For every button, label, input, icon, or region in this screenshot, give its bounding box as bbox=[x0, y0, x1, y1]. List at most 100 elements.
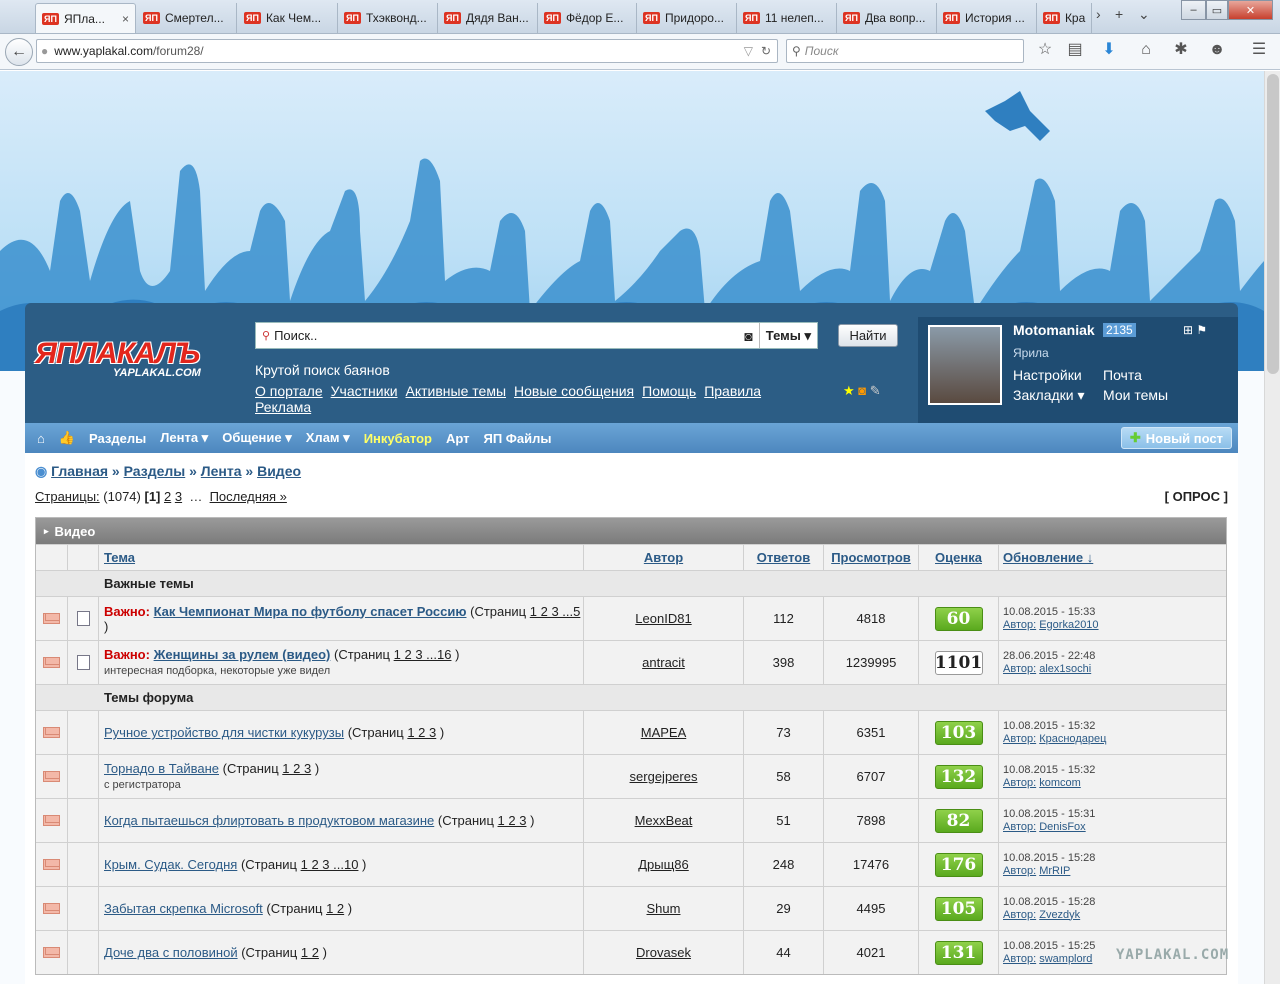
list-tabs-icon[interactable]: ⌄ bbox=[1138, 6, 1150, 23]
tabs-scroll-right-icon[interactable]: › bbox=[1096, 6, 1101, 22]
rss-icon[interactable]: ◙ bbox=[858, 383, 866, 398]
author-link[interactable]: MAPEA bbox=[641, 725, 687, 740]
updated-author-link[interactable]: Egorka2010 bbox=[1039, 619, 1098, 631]
header-link[interactable]: Новые сообщения bbox=[514, 383, 634, 399]
settings-link[interactable]: Настройки bbox=[1013, 367, 1082, 383]
close-window-button[interactable]: ✕ bbox=[1228, 0, 1273, 20]
pager-last[interactable]: Последняя » bbox=[210, 489, 287, 504]
header-link[interactable]: О портале bbox=[255, 383, 323, 399]
mail-icon[interactable] bbox=[43, 903, 60, 914]
score-badge[interactable]: 103 bbox=[934, 720, 983, 745]
page-scrollbar[interactable] bbox=[1264, 71, 1280, 984]
topic-link[interactable]: Когда пытаешься флиртовать в продуктовом… bbox=[104, 813, 434, 828]
menu-item-files[interactable]: ЯП Файлы bbox=[484, 431, 552, 446]
mail-icon[interactable] bbox=[43, 815, 60, 826]
topic-pages[interactable]: 1 2 3 ...16 bbox=[394, 647, 452, 662]
poll-link[interactable]: [ ОПРОС ] bbox=[1165, 489, 1228, 504]
url-bar[interactable]: ● www.yaplakal.com /forum28/ ▽ ↻ bbox=[36, 39, 778, 63]
menu-item-sections[interactable]: Разделы bbox=[89, 431, 146, 446]
author-link[interactable]: Shum bbox=[647, 901, 681, 916]
reload-icon[interactable]: ↻ bbox=[761, 44, 771, 58]
search-scope-select[interactable]: Темы ▾ bbox=[758, 323, 817, 348]
updated-author-link[interactable]: swamplord bbox=[1039, 953, 1092, 965]
menu-item-art[interactable]: Арт bbox=[446, 431, 470, 446]
my-topics-link[interactable]: Мои темы bbox=[1103, 387, 1168, 403]
browser-tab[interactable]: ЯП Смертел... bbox=[137, 3, 237, 33]
score-badge[interactable]: 176 bbox=[934, 852, 983, 877]
score-badge[interactable]: 132 bbox=[934, 764, 983, 789]
col-topic[interactable]: Тема bbox=[99, 545, 584, 570]
topic-link[interactable]: Забытая скрепка Microsoft bbox=[104, 901, 263, 916]
menu-item-talk[interactable]: Общение ▾ bbox=[222, 430, 292, 446]
mail-icon[interactable] bbox=[43, 613, 60, 624]
user-extra-icons[interactable]: ⊞ ⚑ bbox=[1183, 323, 1207, 337]
mail-link[interactable]: Почта bbox=[1103, 367, 1142, 383]
menu-item-junk[interactable]: Хлам ▾ bbox=[306, 430, 350, 446]
browser-tab[interactable]: ЯП Кра bbox=[1037, 3, 1092, 33]
mail-icon[interactable] bbox=[43, 727, 60, 738]
author-link[interactable]: LeonID81 bbox=[635, 611, 691, 626]
menu-icon[interactable]: ☰ bbox=[1249, 40, 1269, 60]
topic-pages[interactable]: 1 2 3 ...10 bbox=[301, 857, 359, 872]
updated-author-link[interactable]: Zvezdyk bbox=[1039, 909, 1080, 921]
avatar[interactable] bbox=[928, 325, 1002, 405]
mail-icon[interactable] bbox=[43, 947, 60, 958]
col-views[interactable]: Просмотров bbox=[824, 545, 919, 570]
breadcrumb-video[interactable]: Видео bbox=[257, 463, 301, 479]
bookmark-star-icon[interactable]: ☆ bbox=[1035, 40, 1055, 60]
pager-label[interactable]: Страницы: bbox=[35, 489, 100, 504]
header-link[interactable]: Активные темы bbox=[406, 383, 507, 399]
like-icon[interactable]: 👍 bbox=[59, 430, 75, 446]
browser-tab[interactable]: ЯП ЯПла... × bbox=[35, 3, 136, 33]
new-tab-button[interactable]: + bbox=[1115, 6, 1123, 22]
topic-pages[interactable]: 1 2 3 bbox=[282, 761, 311, 776]
browser-tab[interactable]: ЯП История ... bbox=[937, 3, 1037, 33]
dropdown-icon[interactable]: ▽ bbox=[744, 44, 753, 58]
updated-author-link[interactable]: MrRIP bbox=[1039, 865, 1070, 877]
topic-pages[interactable]: 1 2 bbox=[301, 945, 319, 960]
topic-pages[interactable]: 1 2 bbox=[326, 901, 344, 916]
author-link[interactable]: sergejperes bbox=[630, 769, 698, 784]
header-link[interactable]: Помощь bbox=[642, 383, 696, 399]
mail-icon[interactable] bbox=[43, 859, 60, 870]
author-link[interactable]: Дрыщ86 bbox=[638, 857, 689, 872]
header-link[interactable]: Участники bbox=[331, 383, 398, 399]
topic-link[interactable]: Доче два с половиной bbox=[104, 945, 238, 960]
browser-tab[interactable]: ЯП Дядя Ван... bbox=[438, 3, 538, 33]
browser-search-input[interactable]: ⚲ Поиск bbox=[786, 39, 1024, 63]
updated-author-link[interactable]: DenisFox bbox=[1039, 821, 1085, 833]
scrollbar-thumb[interactable] bbox=[1267, 74, 1279, 374]
reading-list-icon[interactable]: ▤ bbox=[1065, 40, 1085, 60]
author-link[interactable]: Drovasek bbox=[636, 945, 691, 960]
addon-icon[interactable]: ✱ bbox=[1171, 40, 1191, 60]
downloads-icon[interactable]: ⬇ bbox=[1099, 40, 1119, 60]
camera-icon[interactable]: ◙ bbox=[744, 328, 752, 344]
menu-item-incubator[interactable]: Инкубатор bbox=[364, 431, 432, 446]
find-button[interactable]: Найти bbox=[838, 324, 898, 347]
score-badge[interactable]: 60 bbox=[934, 606, 983, 631]
breadcrumb-feed[interactable]: Лента bbox=[201, 463, 242, 479]
new-post-button[interactable]: ✚ Новый пост bbox=[1120, 427, 1232, 449]
col-replies[interactable]: Ответов bbox=[744, 545, 824, 570]
topic-pages[interactable]: 1 2 3 ...5 bbox=[530, 604, 581, 619]
site-search-input[interactable]: ⚲ Поиск.. ◙ Темы ▾ bbox=[255, 322, 818, 349]
star-icon[interactable]: ★ bbox=[843, 383, 855, 398]
minimize-button[interactable]: – bbox=[1181, 0, 1206, 20]
topic-link[interactable]: Женщины за рулем (видео) bbox=[154, 647, 331, 662]
pencil-icon[interactable]: ✎ bbox=[870, 383, 881, 398]
score-badge[interactable]: 131 bbox=[934, 940, 983, 965]
header-link[interactable]: Правила bbox=[704, 383, 761, 399]
topic-link[interactable]: Торнадо в Тайване bbox=[104, 761, 219, 776]
mail-icon[interactable] bbox=[43, 771, 60, 782]
topic-pages[interactable]: 1 2 3 bbox=[498, 813, 527, 828]
browser-tab[interactable]: ЯП Придоро... bbox=[637, 3, 737, 33]
col-score[interactable]: Оценка bbox=[919, 545, 999, 570]
close-tab-icon[interactable]: × bbox=[122, 12, 129, 26]
site-logo[interactable]: ЯПЛАКАЛЪ YAPLAKAL.COM bbox=[35, 337, 235, 387]
back-button[interactable]: ← bbox=[5, 38, 33, 66]
author-link[interactable]: MexxBeat bbox=[635, 813, 693, 828]
maximize-button[interactable]: ▭ bbox=[1206, 0, 1228, 20]
breadcrumb-home[interactable]: Главная bbox=[51, 463, 108, 479]
home-icon[interactable]: ⌂ bbox=[37, 431, 45, 446]
topic-link[interactable]: Как Чемпионат Мира по футболу спасет Рос… bbox=[154, 604, 467, 619]
